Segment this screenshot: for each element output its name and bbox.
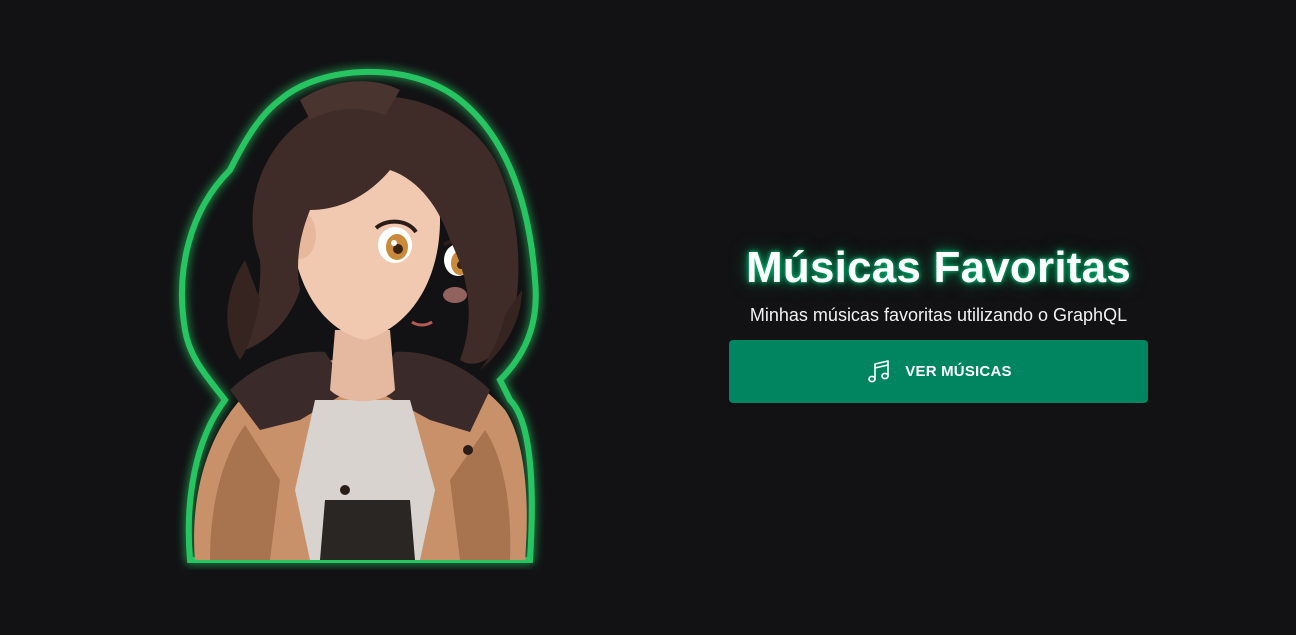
- view-songs-button[interactable]: VER MÚSICAS: [729, 340, 1148, 403]
- view-songs-label: VER MÚSICAS: [905, 363, 1012, 380]
- page-subtitle: Minhas músicas favoritas utilizando o Gr…: [749, 305, 1128, 325]
- page: Músicas Favoritas Minhas músicas favorit…: [0, 0, 1296, 635]
- anime-girl-illustration: [150, 60, 570, 570]
- hero-content: Músicas Favoritas Minhas músicas favorit…: [729, 236, 1148, 403]
- music-note-icon: [865, 358, 893, 386]
- page-title: Músicas Favoritas: [746, 243, 1131, 292]
